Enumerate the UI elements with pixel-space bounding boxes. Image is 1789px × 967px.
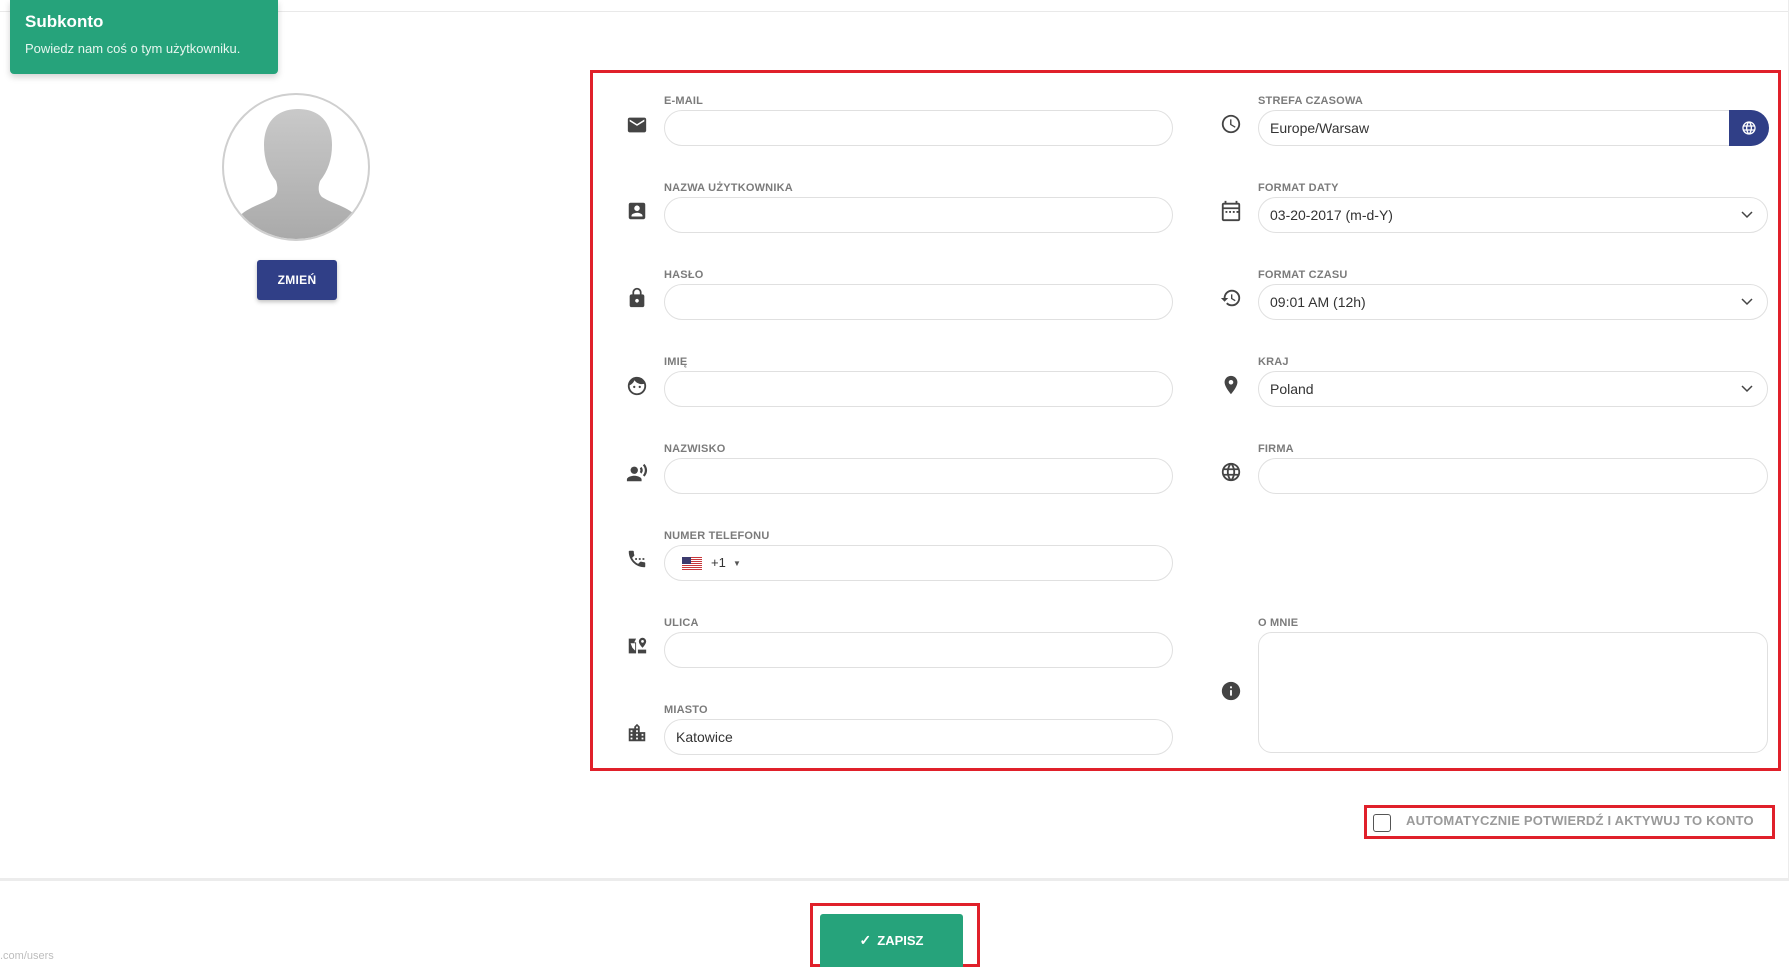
timezone-label: STREFA CZASOWA xyxy=(1258,95,1364,107)
globe-icon xyxy=(1742,121,1756,135)
phone-field[interactable]: +1 ▼ xyxy=(664,545,1173,581)
phone-label: NUMER TELEFONU xyxy=(664,530,770,542)
chevron-down-icon xyxy=(1741,385,1753,393)
card-bottom-divider xyxy=(0,878,1789,881)
info-icon xyxy=(1220,680,1242,702)
card-title: Subkonto xyxy=(25,12,104,31)
timezone-value: Europe/Warsaw xyxy=(1270,120,1370,136)
check-icon: ✓ xyxy=(859,932,872,948)
first-name-label: IMIĘ xyxy=(664,356,688,368)
lock-icon xyxy=(626,287,648,309)
avatar xyxy=(222,93,370,241)
company-label: FIRMA xyxy=(1258,443,1294,455)
phone-icon xyxy=(626,548,648,570)
us-flag-icon[interactable] xyxy=(682,557,702,570)
save-button[interactable]: ✓ ZAPISZ xyxy=(820,914,963,967)
time-format-label: FORMAT CZASU xyxy=(1258,269,1348,281)
username-label: NAZWA UŻYTKOWNIKA xyxy=(664,182,793,194)
history-icon xyxy=(1220,287,1242,309)
street-label: ULICA xyxy=(664,617,699,629)
date-format-label: FORMAT DATY xyxy=(1258,182,1339,194)
contact-card-icon xyxy=(626,200,648,222)
auto-confirm-checkbox[interactable] xyxy=(1373,814,1391,832)
card-header-badge: Subkonto Powiedz nam coś o tym użytkowni… xyxy=(10,0,278,74)
email-label: E-MAIL xyxy=(664,95,704,107)
clock-icon xyxy=(1220,113,1242,135)
city-field[interactable] xyxy=(664,719,1173,755)
country-value: Poland xyxy=(1270,381,1314,397)
country-label: KRAJ xyxy=(1258,356,1289,368)
card-subtitle: Powiedz nam coś o tym użytkowniku. xyxy=(25,41,241,56)
status-url-hint: .com/users xyxy=(0,950,54,962)
country-select[interactable]: Poland xyxy=(1258,371,1768,407)
date-format-select[interactable]: 03-20-2017 (m-d-Y) xyxy=(1258,197,1768,233)
map-place-icon xyxy=(626,635,648,657)
about-textarea[interactable] xyxy=(1258,632,1768,753)
location-pin-icon xyxy=(1220,374,1242,396)
date-format-value: 03-20-2017 (m-d-Y) xyxy=(1270,207,1393,223)
city-icon xyxy=(626,722,648,744)
street-field[interactable] xyxy=(664,632,1173,668)
timezone-detect-button[interactable] xyxy=(1729,110,1769,146)
calendar-icon xyxy=(1220,200,1242,222)
last-name-label: NAZWISKO xyxy=(664,443,726,455)
phone-country-code[interactable]: +1 xyxy=(711,546,726,580)
auto-confirm-label[interactable]: AUTOMATYCZNIE POTWIERDŹ I AKTYWUJ TO KON… xyxy=(1406,813,1754,828)
company-field[interactable] xyxy=(1258,458,1768,494)
envelope-icon xyxy=(626,114,648,136)
first-name-field[interactable] xyxy=(664,371,1173,407)
change-avatar-button[interactable]: ZMIEŃ xyxy=(257,260,337,300)
password-label: HASŁO xyxy=(664,269,704,281)
person-voice-icon xyxy=(626,462,648,484)
about-label: O MNIE xyxy=(1258,617,1299,629)
chevron-down-icon xyxy=(1741,298,1753,306)
password-field[interactable] xyxy=(664,284,1173,320)
time-format-select[interactable]: 09:01 AM (12h) xyxy=(1258,284,1768,320)
face-icon xyxy=(626,375,648,397)
city-label: MIASTO xyxy=(664,704,708,716)
email-field[interactable] xyxy=(664,110,1173,146)
globe-icon xyxy=(1220,461,1242,483)
username-field[interactable] xyxy=(664,197,1173,233)
chevron-down-icon[interactable]: ▼ xyxy=(733,547,741,581)
avatar-silhouette-icon xyxy=(232,109,364,239)
save-button-label: ZAPISZ xyxy=(877,933,924,948)
timezone-field[interactable]: Europe/Warsaw xyxy=(1258,110,1768,146)
last-name-field[interactable] xyxy=(664,458,1173,494)
chevron-down-icon xyxy=(1741,211,1753,219)
time-format-value: 09:01 AM (12h) xyxy=(1270,294,1366,310)
